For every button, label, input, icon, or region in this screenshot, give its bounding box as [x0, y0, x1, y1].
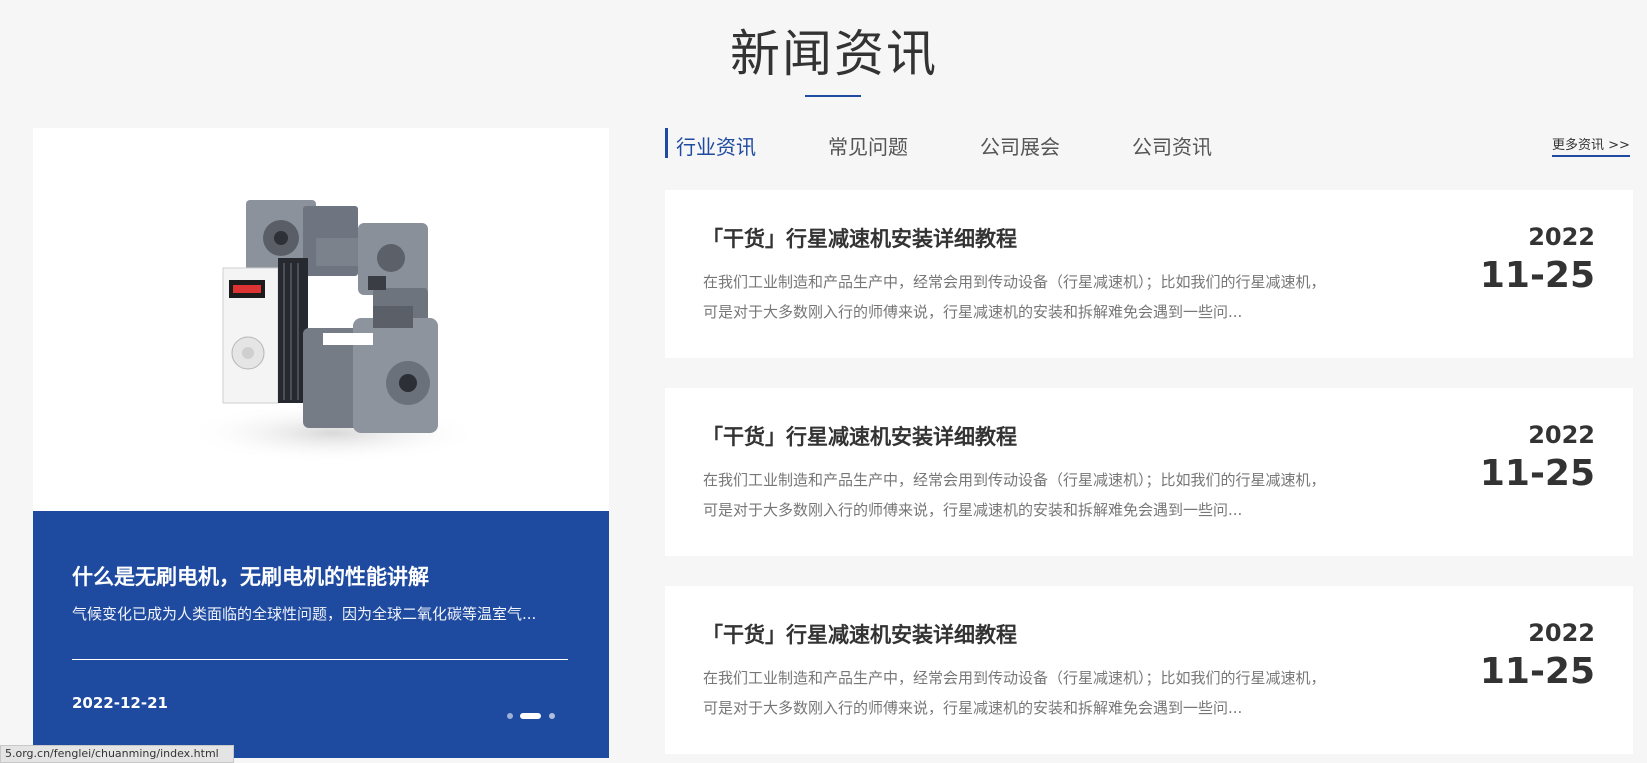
news-title[interactable]: 「干货」行星减速机安装详细教程: [702, 223, 1017, 253]
active-tab-marker: [665, 128, 668, 158]
section-title: 新闻资讯: [730, 25, 938, 83]
news-day: 11-25: [1479, 255, 1595, 296]
featured-news-panel: 什么是无刷电机，无刷电机的性能讲解 气候变化已成为人类面临的全球性问题，因为全球…: [33, 511, 609, 758]
tab-exhibitions[interactable]: 公司展会: [980, 131, 1060, 160]
news-year: 2022: [1528, 421, 1595, 449]
news-year: 2022: [1528, 223, 1595, 251]
product-image: [33, 128, 609, 511]
carousel-dot-1[interactable]: [507, 713, 513, 719]
speed-controller: [222, 258, 308, 404]
news-list-item[interactable]: 「干货」行星减速机安装详细教程 在我们工业制造和产品生产中，经常会用到传动设备（…: [665, 190, 1633, 358]
news-summary: 在我们工业制造和产品生产中，经常会用到传动设备（行星减速机）；比如我们的行星减速…: [703, 471, 1326, 519]
title-underline: [805, 95, 861, 97]
gear-motor-bottom: [303, 306, 438, 433]
status-bar-url: 5.org.cn/fenglei/chuanming/index.html: [0, 745, 234, 763]
news-summary: 在我们工业制造和产品生产中，经常会用到传动设备（行星减速机）；比如我们的行星减速…: [703, 669, 1326, 717]
news-summary: 在我们工业制造和产品生产中，经常会用到传动设备（行星减速机）；比如我们的行星减速…: [703, 273, 1326, 321]
divider: [72, 659, 568, 660]
news-title[interactable]: 「干货」行星减速机安装详细教程: [702, 421, 1017, 451]
carousel-dot-3[interactable]: [549, 713, 555, 719]
tab-company-news[interactable]: 公司资讯: [1132, 131, 1212, 160]
tab-faq[interactable]: 常见问题: [828, 131, 908, 160]
carousel-dot-2-active[interactable]: [520, 713, 541, 719]
news-list-item[interactable]: 「干货」行星减速机安装详细教程 在我们工业制造和产品生产中，经常会用到传动设备（…: [665, 586, 1633, 754]
featured-news-card[interactable]: 什么是无刷电机，无刷电机的性能讲解 气候变化已成为人类面临的全球性问题，因为全球…: [33, 128, 609, 758]
news-list-item[interactable]: 「干货」行星减速机安装详细教程 在我们工业制造和产品生产中，经常会用到传动设备（…: [665, 388, 1633, 556]
news-year: 2022: [1528, 619, 1595, 647]
featured-news-title[interactable]: 什么是无刷电机，无刷电机的性能讲解: [72, 561, 429, 591]
news-day: 11-25: [1479, 651, 1595, 692]
featured-news-description: 气候变化已成为人类面临的全球性问题，因为全球二氧化碳等温室气...: [72, 605, 537, 623]
news-day: 11-25: [1479, 453, 1595, 494]
featured-news-date: 2022-12-21: [72, 694, 168, 712]
tab-industry-news[interactable]: 行业资讯: [676, 131, 756, 160]
news-title[interactable]: 「干货」行星减速机安装详细教程: [702, 619, 1017, 649]
more-news-link[interactable]: 更多资讯 >>: [1552, 134, 1630, 157]
